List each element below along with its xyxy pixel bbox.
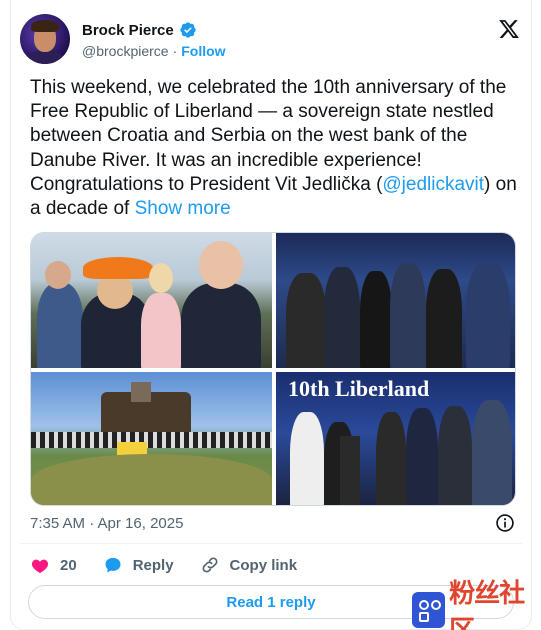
info-icon[interactable] xyxy=(495,513,515,533)
show-more-link[interactable]: Show more xyxy=(135,198,231,219)
like-button[interactable]: 20 xyxy=(30,555,77,575)
photo-1[interactable] xyxy=(31,233,272,368)
like-count: 20 xyxy=(60,556,77,574)
watermark-text: 粉丝社区 xyxy=(449,579,525,630)
copy-link-label: Copy link xyxy=(229,556,298,574)
photo-4[interactable]: 10th Liberland xyxy=(276,372,515,505)
watermark-logo-icon xyxy=(412,592,446,628)
watermark: 粉丝社区 xyxy=(412,579,541,630)
tweet-header: Brock Pierce @brockpierce · Follow xyxy=(20,14,520,64)
author-handle-row: @brockpierce · Follow xyxy=(82,43,226,59)
reply-button[interactable]: Reply xyxy=(103,555,174,575)
follow-button[interactable]: Follow xyxy=(181,43,225,59)
reply-bubble-icon xyxy=(105,557,121,573)
heart-icon xyxy=(31,559,49,574)
photo-3[interactable] xyxy=(31,372,272,505)
verified-badge-icon xyxy=(180,22,196,38)
x-logo-icon[interactable] xyxy=(498,18,520,40)
copy-link-button[interactable]: Copy link xyxy=(200,555,298,575)
photo-4-banner: 10th Liberland xyxy=(288,376,430,401)
tweet-timestamp[interactable]: 7:35 AM · Apr 16, 2025 xyxy=(30,515,183,532)
author-display-name[interactable]: Brock Pierce xyxy=(82,22,174,39)
avatar[interactable] xyxy=(20,14,70,64)
reply-label: Reply xyxy=(132,556,174,574)
media-grid: 10th Liberland xyxy=(30,232,516,506)
photo-2[interactable] xyxy=(276,233,515,368)
tweet-body: This weekend, we celebrated the 10th ann… xyxy=(30,76,520,221)
divider xyxy=(20,543,522,544)
link-icon xyxy=(202,557,218,573)
author-handle[interactable]: @brockpierce xyxy=(82,43,169,59)
separator-dot: · xyxy=(172,43,178,59)
action-bar: 20 Reply Copy link xyxy=(30,553,323,577)
mention-link[interactable]: @jedlickavit xyxy=(382,174,484,195)
author-name-row: Brock Pierce xyxy=(82,21,197,39)
